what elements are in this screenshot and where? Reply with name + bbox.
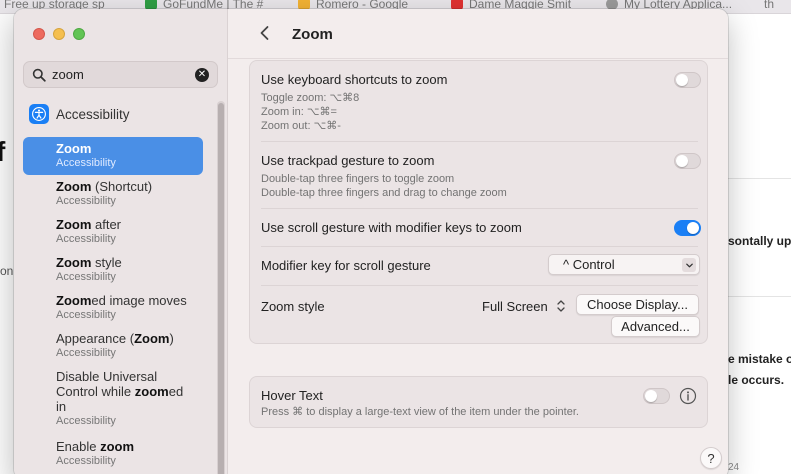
- scroll-gesture-title: Use scroll gesture with modifier keys to…: [261, 220, 522, 235]
- close-window-button[interactable]: [33, 28, 45, 40]
- modifier-key-row: Modifier key for scroll gesture ^ Contro…: [250, 247, 707, 285]
- advanced-button[interactable]: Advanced...: [611, 316, 700, 337]
- result-title: Zoomed image moves: [56, 293, 187, 308]
- result-subtitle: Accessibility: [56, 455, 116, 467]
- search-results-list: Accessibility Zoom Accessibility Zoom (S…: [23, 99, 217, 474]
- result-subtitle: Accessibility: [56, 347, 116, 359]
- search-input[interactable]: [52, 67, 192, 82]
- result-subtitle: Accessibility: [56, 415, 116, 427]
- result-title: Zoom after: [56, 217, 122, 232]
- search-result-disable-universal-control[interactable]: Disable Universal Control while zoomed i…: [23, 365, 193, 435]
- search-result-zoom-style[interactable]: Zoom style Accessibility: [23, 251, 203, 289]
- result-subtitle: Accessibility: [56, 157, 116, 169]
- hover-text-title: Hover Text: [261, 388, 323, 403]
- background-text-fragment: 24: [728, 462, 740, 473]
- keyboard-shortcuts-title: Use keyboard shortcuts to zoom: [261, 72, 448, 87]
- results-section-label: Accessibility: [56, 106, 130, 122]
- background-text-fragment: on: [0, 264, 14, 278]
- accessibility-icon: [29, 104, 49, 124]
- zoom-settings-pane: Zoom Use keyboard shortcuts to zoom Togg…: [228, 9, 728, 474]
- hover-text-toggle[interactable]: [643, 388, 670, 404]
- scroll-gesture-row: Use scroll gesture with modifier keys to…: [250, 209, 707, 246]
- modifier-key-popup[interactable]: ^ Control: [548, 254, 700, 275]
- result-title: Appearance (Zoom): [56, 331, 174, 346]
- zoom-style-title: Zoom style: [261, 299, 325, 314]
- zoom-window-button[interactable]: [73, 28, 85, 40]
- system-settings-window: ✕ Accessibility Zoom Accessibility Zoom …: [14, 9, 728, 474]
- help-button[interactable]: ?: [700, 447, 722, 469]
- result-title: Zoom (Shortcut): [56, 179, 153, 194]
- background-text-fragment: e mistake o: [728, 352, 791, 366]
- result-subtitle: Accessibility: [56, 233, 116, 245]
- zoom-options-group: Use keyboard shortcuts to zoom Toggle zo…: [249, 60, 708, 344]
- result-title: Enable zoom: [56, 439, 135, 454]
- up-down-stepper-icon[interactable]: [555, 297, 567, 315]
- scroll-gesture-toggle[interactable]: [674, 220, 701, 236]
- result-title: Zoom: [56, 141, 92, 156]
- background-text-fragment: sontally up: [728, 234, 791, 248]
- zoom-style-value[interactable]: Full Screen: [482, 299, 548, 314]
- search-result-enable-zoom[interactable]: Enable zoom Accessibility: [23, 435, 203, 473]
- sidebar: ✕ Accessibility Zoom Accessibility Zoom …: [14, 9, 228, 474]
- sidebar-scrollbar[interactable]: [217, 101, 225, 474]
- search-result-appearance-zoom[interactable]: Appearance (Zoom) Accessibility: [23, 327, 203, 365]
- pane-toolbar: Zoom: [228, 9, 728, 59]
- trackpad-gesture-title: Use trackpad gesture to zoom: [261, 153, 435, 168]
- result-title: Disable Universal Control while zoomed i…: [56, 369, 184, 414]
- keyboard-shortcuts-toggle[interactable]: [674, 72, 701, 88]
- info-icon[interactable]: [679, 387, 697, 405]
- result-title: Zoom style: [56, 255, 122, 270]
- background-divider: [728, 178, 791, 179]
- window-controls: [33, 28, 85, 40]
- result-subtitle: Accessibility: [56, 309, 116, 321]
- page-title: Zoom: [292, 26, 333, 43]
- search-result-zoom-after[interactable]: Zoom after Accessibility: [23, 213, 203, 251]
- modifier-key-value: ^ Control: [563, 257, 615, 272]
- hover-text-group: Hover Text Press ⌘ to display a large-te…: [249, 376, 708, 428]
- keyboard-shortcuts-row: Use keyboard shortcuts to zoom Toggle zo…: [250, 61, 707, 141]
- result-subtitle: Accessibility: [56, 195, 116, 207]
- trackpad-drag-description: Double-tap three fingers and drag to cha…: [261, 187, 507, 199]
- trackpad-gesture-toggle[interactable]: [674, 153, 701, 169]
- search-field[interactable]: ✕: [23, 61, 218, 88]
- back-chevron-icon[interactable]: [256, 24, 274, 42]
- background-heading-fragment: f: [0, 136, 6, 167]
- search-result-zoom[interactable]: Zoom Accessibility: [23, 137, 203, 175]
- chevron-down-icon: [682, 258, 696, 272]
- shortcut-zoom-out-text: Zoom out: ⌥⌘-: [261, 120, 341, 132]
- browser-tab[interactable]: th: [764, 0, 791, 12]
- search-result-zoom-shortcut[interactable]: Zoom (Shortcut) Accessibility: [23, 175, 203, 213]
- result-subtitle: Accessibility: [56, 271, 116, 283]
- background-text-fragment: le occurs.: [728, 373, 785, 387]
- search-icon: [32, 68, 46, 82]
- shortcut-toggle-zoom-text: Toggle zoom: ⌥⌘8: [261, 92, 360, 104]
- minimize-window-button[interactable]: [53, 28, 65, 40]
- choose-display-button[interactable]: Choose Display...: [576, 294, 699, 315]
- shortcut-zoom-in-text: Zoom in: ⌥⌘=: [261, 106, 337, 118]
- search-result-zoomed-image-moves[interactable]: Zoomed image moves Accessibility: [23, 289, 203, 327]
- background-left-strip: [0, 14, 14, 474]
- trackpad-gesture-row: Use trackpad gesture to zoom Double-tap …: [250, 142, 707, 208]
- results-section-header: Accessibility: [29, 103, 130, 125]
- trackpad-toggle-description: Double-tap three fingers to toggle zoom: [261, 173, 455, 185]
- modifier-key-title: Modifier key for scroll gesture: [261, 258, 431, 273]
- background-divider: [728, 296, 791, 297]
- hover-text-description: Press ⌘ to display a large-text view of …: [261, 406, 579, 418]
- clear-search-icon[interactable]: ✕: [195, 67, 209, 82]
- sidebar-scrollbar-thumb[interactable]: [218, 103, 224, 474]
